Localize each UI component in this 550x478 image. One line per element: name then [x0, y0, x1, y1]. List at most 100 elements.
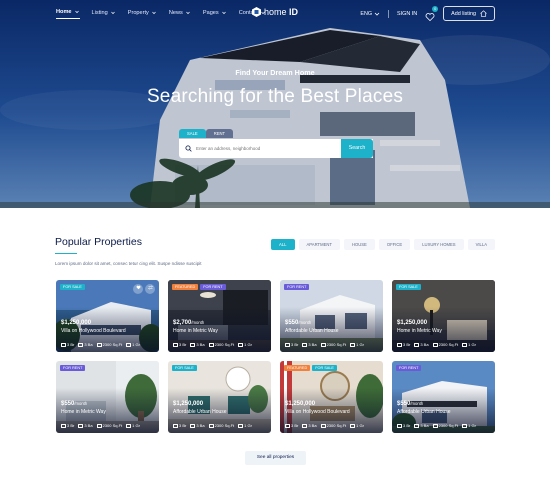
garage: 1 Gr	[350, 342, 364, 347]
property-title[interactable]: Home in Metric Way	[173, 328, 218, 334]
bedrooms-label: 3 Br	[291, 342, 299, 347]
nav-item-property[interactable]: Property	[128, 9, 157, 19]
price-value: $1,250,000	[61, 320, 92, 326]
property-title[interactable]: Home in Metric Way	[397, 328, 442, 334]
favorite-button[interactable]	[133, 284, 143, 294]
search-icon	[185, 145, 192, 152]
bed-icon	[61, 342, 66, 347]
property-card[interactable]: FEATURED FOR SALE $1,250,000 Villa on Holly…	[280, 361, 383, 433]
heart-icon	[135, 285, 141, 290]
property-title[interactable]: Villa on Hollywood Boulevard	[285, 409, 350, 415]
price-value: $1,250,000	[397, 320, 428, 326]
area-label: 2300 Sq.Ft	[214, 423, 235, 428]
property-price: $1,250,000	[285, 401, 315, 407]
bath-icon	[190, 342, 196, 347]
nav-item-label: Home	[56, 9, 72, 15]
status-badge: FOR SALE	[60, 284, 85, 290]
area-icon	[96, 423, 102, 428]
wishlist-count-badge: 0	[432, 5, 439, 12]
see-all-properties-button[interactable]: See all properties	[245, 451, 306, 465]
search-button[interactable]: Search	[341, 139, 373, 158]
property-card[interactable]: FOR RENT $550/month Affordable Urban House…	[392, 361, 495, 433]
sign-in-link[interactable]: SIGN IN	[397, 11, 417, 17]
nav-item-news[interactable]: News	[169, 9, 191, 19]
bathrooms: 3 Ba	[414, 423, 429, 428]
bedrooms: 3 Br	[397, 342, 410, 347]
area: 2300 Sq.Ft	[432, 342, 458, 347]
logo-text: home ID	[264, 7, 299, 17]
filter-apartment[interactable]: APARTMENT	[298, 239, 340, 250]
language-selector[interactable]: ENG	[360, 11, 380, 17]
price-period: /month	[410, 401, 424, 406]
area-icon	[320, 423, 326, 428]
area-icon	[96, 342, 102, 347]
compare-arrows-icon	[147, 285, 153, 290]
property-title[interactable]: Home in Metric Way	[61, 409, 106, 415]
area: 2300 Sq.Ft	[208, 342, 234, 347]
filter-luxury-homes[interactable]: LUXURY HOMES	[414, 239, 464, 250]
property-tags: FOR SALE	[60, 284, 85, 290]
property-card[interactable]: FEATURED FOR RENT $2,700/month Home in Metr…	[168, 280, 271, 352]
bathrooms-label: 3 Ba	[84, 342, 93, 347]
tab-sale[interactable]: SALE	[179, 129, 206, 138]
property-title[interactable]: Villa on Hollywood Boulevard	[61, 328, 126, 334]
garage-label: 1 Gr	[468, 423, 476, 428]
bathrooms: 3 Ba	[190, 342, 205, 347]
price-value: $550	[285, 320, 299, 326]
bed-icon	[397, 342, 402, 347]
property-price: $550/month	[61, 401, 87, 407]
garage-label: 1 Gr	[356, 342, 364, 347]
site-logo[interactable]: home ID	[252, 7, 298, 17]
area-icon	[208, 342, 214, 347]
area: 2300 Sq.Ft	[432, 423, 458, 428]
nav-item-listing[interactable]: Listing	[92, 9, 116, 19]
chevron-down-icon	[110, 11, 115, 14]
tab-rent[interactable]: RENT	[205, 129, 234, 138]
top-navigation-bar: Home Listing Property News Pages Contact home…	[0, 0, 550, 26]
status-badge: FEATURED	[172, 284, 199, 290]
property-card[interactable]: FOR SALE $1,250,000 Home in Metric Way 3 Br…	[392, 280, 495, 352]
garage-icon	[126, 342, 132, 347]
status-badge: FOR SALE	[312, 365, 337, 371]
property-title[interactable]: Affordable Urban House	[173, 409, 227, 415]
search-input[interactable]	[196, 146, 336, 151]
area: 2300 Sq.Ft	[96, 342, 122, 347]
area-icon	[208, 423, 214, 428]
bathrooms-label: 3 Ba	[308, 342, 317, 347]
property-price: $550/month	[397, 401, 423, 407]
garage-label: 1 Gr	[132, 342, 140, 347]
filter-house[interactable]: HOUSE	[343, 239, 375, 250]
price-period: /month	[298, 320, 312, 325]
property-title[interactable]: Affordable Urban House	[285, 328, 339, 334]
wishlist-button[interactable]: 0	[425, 5, 439, 21]
compare-button[interactable]	[145, 284, 155, 294]
bedrooms-label: 3 Br	[403, 342, 411, 347]
nav-item-pages[interactable]: Pages	[203, 9, 227, 19]
property-features: 3 Br 3 Ba 2300 Sq.Ft 1 Gr	[61, 423, 140, 428]
filter-office[interactable]: OFFICE	[378, 239, 411, 250]
bedrooms-label: 3 Br	[291, 423, 299, 428]
status-badge: FOR RENT	[284, 284, 310, 290]
property-card[interactable]: FOR SALE $1,250,000 Affordable Urban House…	[168, 361, 271, 433]
property-card[interactable]: FOR RENT $550/month Affordable Urban House…	[280, 280, 383, 352]
price-value: $550	[397, 401, 411, 407]
bedrooms-label: 3 Br	[403, 423, 411, 428]
hero-title: Searching for the Best Places	[146, 86, 404, 107]
garage-icon	[350, 423, 356, 428]
add-listing-button[interactable]: Add listing	[443, 6, 495, 21]
area-label: 2300 Sq.Ft	[102, 423, 123, 428]
price-value: $2,700	[173, 320, 192, 326]
filter-villa[interactable]: VILLA	[467, 239, 495, 250]
property-card[interactable]: FOR SALE $1,250,000 Villa on Hollywood Bou…	[56, 280, 159, 352]
nav-item-label: Property	[127, 9, 149, 16]
property-card[interactable]: FOR RENT $550/month Home in Metric Way 3 Br…	[56, 361, 159, 433]
nav-item-home[interactable]: Home	[56, 9, 80, 19]
garage-icon	[350, 342, 356, 347]
bathrooms: 3 Ba	[190, 423, 205, 428]
bath-icon	[414, 342, 420, 347]
chevron-down-icon	[152, 11, 156, 14]
property-title[interactable]: Affordable Urban House	[397, 409, 451, 415]
filter-all[interactable]: ALL	[271, 239, 295, 250]
property-tags: FOR SALE	[396, 284, 421, 290]
bath-icon	[78, 423, 84, 428]
